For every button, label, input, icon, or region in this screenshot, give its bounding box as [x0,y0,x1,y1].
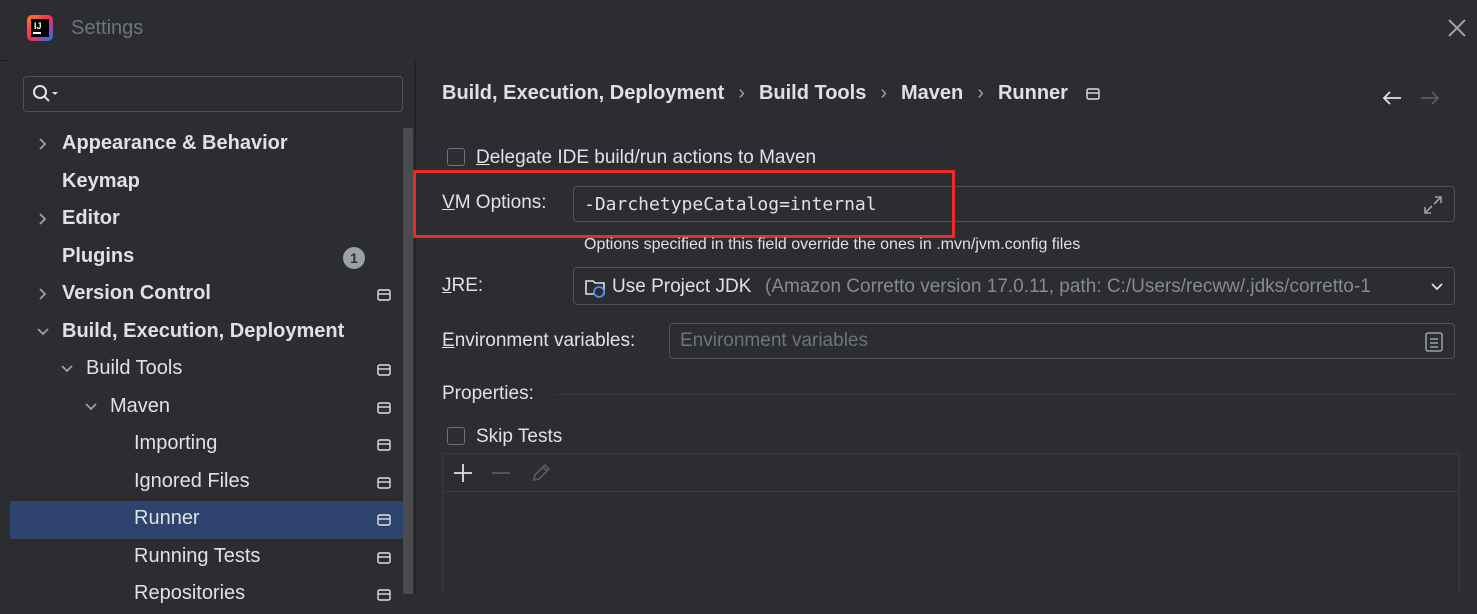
svg-text:IJ: IJ [34,21,42,31]
sidebar-item-ignored-files[interactable]: Ignored Files [10,464,405,502]
breadcrumb-separator: › [977,82,984,104]
delegate-label[interactable]: Delegate IDE build/run actions to Maven [476,147,816,169]
sidebar-item-plugins[interactable]: Plugins 1 [10,239,405,277]
edit-icon[interactable] [530,462,552,484]
chevron-down-icon[interactable] [1430,280,1444,294]
vm-options-value[interactable]: -DarchetypeCatalog=internal [584,194,877,215]
project-level-settings-icon [377,551,391,564]
vm-options-input[interactable]: -DarchetypeCatalog=internal [573,186,1455,222]
project-level-settings-icon [377,514,391,526]
sidebar-item-label: Ignored Files [134,469,250,492]
sidebar-item-label: Runner [134,507,200,529]
chevron-down-icon[interactable] [60,362,74,376]
project-level-settings-icon [377,476,391,489]
properties-table[interactable] [442,453,1460,594]
breadcrumb-item[interactable]: Build Tools [759,82,866,105]
sidebar-item-build-tools[interactable]: Build Tools [10,351,405,389]
project-level-settings-icon [377,589,391,601]
sidebar-item-repositories[interactable]: Repositories [10,576,405,614]
sidebar-item-build-execution-deployment[interactable]: Build, Execution, Deployment [10,314,405,352]
properties-toolbar [443,454,1459,492]
sidebar-item-importing[interactable]: Importing [10,426,405,464]
project-level-settings-icon [1086,87,1100,100]
chevron-down-icon[interactable] [36,325,50,339]
settings-sidebar: Appearance & Behavior Keymap Editor Plugins… [10,60,415,604]
sidebar-item-label: Keymap [62,169,140,192]
sidebar-item-version-control[interactable]: Version Control [10,276,405,314]
project-level-settings-icon [377,439,391,451]
breadcrumb: Build, Execution, Deployment › Build Tools… [442,82,1100,105]
updates-badge: 1 [343,246,365,269]
breadcrumb-separator: › [880,82,888,104]
skip-tests-checkbox[interactable] [447,427,465,445]
sidebar-item-label: Version Control [62,282,211,304]
title-bar: IJ Settings [0,0,1477,61]
vm-options-hint: Options specified in this field override… [584,236,1081,253]
project-level-settings-icon [377,289,391,301]
jre-label: JRE: [442,275,484,296]
jre-select[interactable]: Use Project JDK (Amazon Corretto version… [573,267,1455,305]
sidebar-item-running-tests[interactable]: Running Tests [10,539,405,577]
remove-icon[interactable] [490,462,512,484]
sidebar-item-label: Maven [110,394,171,417]
sidebar-item-appearance-behavior[interactable]: Appearance & Behavior [10,126,405,164]
sidebar-item-label: Running Tests [134,544,261,567]
browse-list-icon[interactable] [1424,331,1444,353]
sidebar-item-runner[interactable]: Runner [10,501,405,539]
search-icon[interactable] [32,84,62,104]
properties-label: Properties: [442,383,534,404]
sidebar-item-label: Build Tools [86,357,183,379]
project-level-settings-icon [377,401,391,414]
back-arrow-icon[interactable] [1381,87,1403,109]
vm-options-label: VM Options: [442,192,547,213]
properties-separator [556,394,1459,395]
sidebar-item-label: Appearance & Behavior [62,132,288,154]
sidebar-scrollbar[interactable] [403,128,413,594]
jre-value: Use Project JDK [612,276,752,297]
intellij-idea-logo-icon: IJ [27,15,53,41]
sidebar-item-label: Editor [62,207,120,229]
chevron-right-icon[interactable] [36,137,50,151]
window-title: Settings [71,17,144,39]
forward-arrow-icon[interactable] [1419,87,1441,109]
breadcrumb-item[interactable]: Build, Execution, Deployment [442,82,724,105]
sidebar-item-editor[interactable]: Editor [10,201,405,239]
chevron-down-icon[interactable] [84,400,98,414]
chevron-right-icon[interactable] [36,212,50,226]
breadcrumb-item: Runner [997,82,1068,104]
add-icon[interactable] [452,462,474,484]
close-icon[interactable] [1445,16,1469,40]
skip-tests-label[interactable]: Skip Tests [476,426,562,448]
env-variables-label: Environment variables: [442,330,636,351]
runner-settings-panel: Build, Execution, Deployment › Build Tools… [413,60,1477,594]
env-variables-placeholder: Environment variables [680,330,868,351]
delegate-checkbox[interactable] [447,148,465,166]
project-jdk-icon [585,280,605,298]
sidebar-item-label: Importing [134,432,218,454]
sidebar-item-maven[interactable]: Maven [10,389,405,427]
breadcrumb-item[interactable]: Maven [901,82,963,105]
search-input[interactable] [23,76,403,112]
breadcrumb-separator: › [738,82,745,104]
settings-tree: Appearance & Behavior Keymap Editor Plugins… [10,126,405,614]
project-level-settings-icon [377,364,391,376]
sidebar-item-label: Plugins [62,244,135,267]
jre-detail: (Amazon Corretto version 17.0.11, path: … [765,276,1371,297]
expand-icon[interactable] [1422,194,1444,216]
env-variables-input[interactable]: Environment variables [669,323,1455,359]
sidebar-item-label: Build, Execution, Deployment [62,319,345,342]
chevron-right-icon[interactable] [36,287,50,301]
sidebar-item-keymap[interactable]: Keymap [10,164,405,202]
